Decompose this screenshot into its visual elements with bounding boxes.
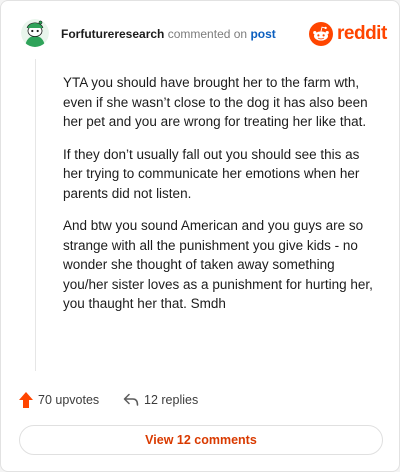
view-comments-button[interactable]: View 12 comments: [19, 425, 383, 455]
reddit-snoo-icon: [309, 22, 333, 46]
comment-paragraph-3: And btw you sound American and you guys …: [63, 218, 373, 311]
reddit-logo[interactable]: reddit: [309, 22, 387, 46]
comment-paragraph-2: If they don’t usually fall out you shoul…: [63, 146, 360, 201]
comment-meta: Forfutureresearch commented on post: [61, 27, 276, 41]
comment-body: YTA you should have brought her to the f…: [63, 73, 379, 327]
comment-card: Forfutureresearch commented on post redd…: [0, 0, 400, 472]
reply-arrow-icon: [123, 393, 139, 406]
comment-header: Forfutureresearch commented on post redd…: [21, 19, 387, 49]
author-name[interactable]: Forfutureresearch: [61, 27, 164, 41]
upvote-count: 70 upvotes: [38, 393, 100, 407]
reddit-wordmark: reddit: [337, 23, 387, 44]
replies-button[interactable]: 12 replies: [123, 389, 198, 411]
thread-line: [35, 59, 36, 371]
upvote-button[interactable]: 70 upvotes: [19, 389, 99, 411]
action-text: commented on: [167, 27, 248, 41]
snoo-avatar-icon: [21, 19, 49, 47]
reply-count: 12 replies: [144, 393, 199, 407]
upvote-arrow-icon: [19, 392, 33, 408]
post-link[interactable]: post: [250, 27, 275, 41]
comment-paragraph-1: YTA you should have brought her to the f…: [63, 75, 368, 129]
user-avatar[interactable]: [21, 19, 49, 47]
